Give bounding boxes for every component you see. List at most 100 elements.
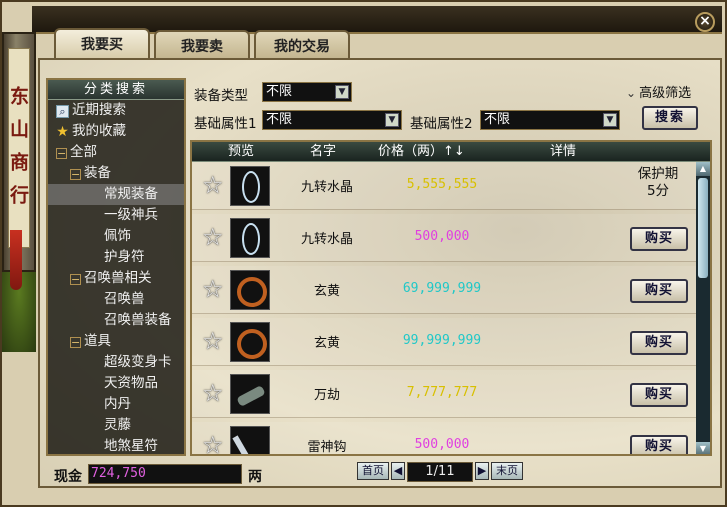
star-icon: ★ — [56, 124, 69, 140]
item-price: 500,000 — [414, 229, 470, 244]
category-label: 超级变身卡 — [104, 354, 172, 370]
tab-my-trades[interactable]: 我的交易 — [254, 30, 350, 58]
category-label: 常规装备 — [104, 186, 158, 202]
category-item[interactable]: 常规装备 — [48, 184, 184, 205]
category-item[interactable]: 超级变身卡 — [48, 352, 184, 373]
buy-button[interactable]: 购买 — [630, 279, 688, 303]
category-item[interactable]: − 道具 — [48, 331, 184, 352]
item-price: 7,777,777 — [406, 385, 478, 400]
table-row[interactable]: ☆ 雷神钩 500,000 购买 — [192, 422, 698, 454]
category-item[interactable]: − 全部 — [48, 142, 184, 163]
favorite-star-icon[interactable]: ☆ — [202, 431, 224, 454]
table-row[interactable]: ☆ 九转水晶 500,000 购买 — [192, 214, 698, 262]
table-row[interactable]: ☆ 玄黄 69,999,999 购买 — [192, 266, 698, 314]
category-item[interactable]: 地煞星符 — [48, 436, 184, 454]
equip-type-select[interactable]: 不限 ▼ — [262, 82, 352, 102]
category-item[interactable]: ★ 我的收藏 — [48, 121, 184, 142]
item-thumbnail[interactable] — [230, 426, 270, 454]
attr2-label: 基础属性2 — [410, 116, 473, 132]
buy-button[interactable]: 购买 — [630, 435, 688, 454]
listing-table: 预览 名字 价格（两）↑↓ 详情 ☆ 九转水晶 5,555,555 保护期 5分 ☆ 九转水… — [190, 140, 712, 456]
protection-period: 保护期 5分 — [626, 166, 690, 200]
prev-page-icon[interactable]: ◀ — [391, 462, 405, 480]
item-thumbnail[interactable] — [230, 166, 270, 206]
table-row[interactable]: ☆ 万劫 7,777,777 购买 — [192, 370, 698, 418]
item-price: 5,555,555 — [406, 177, 478, 192]
magnifier-icon: ⌕ — [56, 105, 69, 118]
col-detail: 详情 — [550, 144, 577, 159]
col-price[interactable]: 价格（两）↑↓ — [378, 142, 465, 162]
category-label: 全部 — [70, 144, 97, 160]
tassel-ornament — [10, 230, 22, 290]
buy-button[interactable]: 购买 — [630, 331, 688, 355]
last-page-button[interactable]: 末页 — [491, 462, 523, 480]
category-item[interactable]: ⌕ 近期搜索 — [48, 100, 184, 121]
listing-scrollbar[interactable]: ▲ ▼ — [696, 162, 710, 454]
attr2-select[interactable]: 不限 ▼ — [480, 110, 620, 130]
chevron-down-icon[interactable]: ▼ — [603, 113, 617, 127]
category-header: 分类搜索 — [48, 80, 184, 100]
table-row[interactable]: ☆ 九转水晶 5,555,555 保护期 5分 — [192, 162, 698, 210]
scroll-thumb[interactable] — [698, 178, 708, 278]
page-indicator: 1/11 — [407, 462, 473, 482]
equip-type-label: 装备类型 — [194, 88, 248, 104]
collapse-icon[interactable]: − — [70, 337, 81, 348]
category-item[interactable]: 一级神兵 — [48, 205, 184, 226]
category-item[interactable]: 灵藤 — [48, 415, 184, 436]
first-page-button[interactable]: 首页 — [357, 462, 389, 480]
chevron-down-icon[interactable]: ▼ — [385, 113, 399, 127]
item-name: 玄黄 — [313, 284, 340, 299]
favorite-star-icon[interactable]: ☆ — [202, 275, 224, 303]
buy-button[interactable]: 购买 — [630, 227, 688, 251]
item-thumbnail[interactable] — [230, 322, 270, 362]
category-item[interactable]: 召唤兽 — [48, 289, 184, 310]
collapse-icon[interactable]: − — [70, 169, 81, 180]
item-name: 九转水晶 — [300, 180, 353, 195]
next-page-icon[interactable]: ▶ — [475, 462, 489, 480]
close-button[interactable]: × — [695, 12, 715, 32]
category-item[interactable]: 内丹 — [48, 394, 184, 415]
chevron-down-icon[interactable]: ▼ — [335, 85, 349, 99]
category-label: 召唤兽装备 — [104, 312, 172, 328]
favorite-star-icon[interactable]: ☆ — [202, 327, 224, 355]
col-preview: 预览 — [228, 144, 255, 159]
cash-label: 现金 — [54, 469, 82, 485]
favorite-star-icon[interactable]: ☆ — [202, 171, 224, 199]
item-thumbnail[interactable] — [230, 270, 270, 310]
category-item[interactable]: 护身符 — [48, 247, 184, 268]
scroll-down-icon[interactable]: ▼ — [696, 442, 710, 454]
category-label: 近期搜索 — [72, 102, 126, 118]
attr1-select[interactable]: 不限 ▼ — [262, 110, 402, 130]
item-thumbnail[interactable] — [230, 374, 270, 414]
collapse-icon[interactable]: − — [70, 274, 81, 285]
category-label: 地煞星符 — [104, 438, 158, 454]
search-button[interactable]: 搜索 — [642, 106, 698, 130]
col-name[interactable]: 名字 — [310, 142, 336, 162]
category-item[interactable]: − 召唤兽相关 — [48, 268, 184, 289]
category-item[interactable]: 佩饰 — [48, 226, 184, 247]
protection-time: 5分 — [646, 183, 670, 199]
category-item[interactable]: 召唤兽装备 — [48, 310, 184, 331]
shop-title: 东山商行 — [7, 48, 30, 248]
table-row[interactable]: ☆ 玄黄 99,999,999 购买 — [192, 318, 698, 366]
item-name: 玄黄 — [313, 336, 340, 351]
item-price: 99,999,999 — [402, 333, 482, 348]
favorite-star-icon[interactable]: ☆ — [202, 223, 224, 251]
category-label: 灵藤 — [104, 417, 131, 433]
category-item[interactable]: 天资物品 — [48, 373, 184, 394]
tab-buy[interactable]: 我要买 — [54, 28, 150, 58]
attr1-label: 基础属性1 — [194, 116, 257, 132]
item-name: 九转水晶 — [300, 232, 353, 247]
filter-bar: 装备类型 不限 ▼ ⌄ 高级筛选 基础属性1 不限 ▼ 基础属性2 不限 ▼ 搜索 — [192, 80, 712, 136]
buy-button[interactable]: 购买 — [630, 383, 688, 407]
tab-sell[interactable]: 我要卖 — [154, 30, 250, 58]
category-label: 道具 — [84, 333, 111, 349]
item-thumbnail[interactable] — [230, 218, 270, 258]
advanced-filter-toggle[interactable]: ⌄ 高级筛选 — [626, 82, 691, 101]
category-item[interactable]: − 装备 — [48, 163, 184, 184]
collapse-icon[interactable]: − — [56, 148, 67, 159]
item-name: 万劫 — [313, 388, 340, 403]
category-label: 召唤兽 — [104, 291, 145, 307]
scroll-up-icon[interactable]: ▲ — [696, 162, 710, 176]
favorite-star-icon[interactable]: ☆ — [202, 379, 224, 407]
